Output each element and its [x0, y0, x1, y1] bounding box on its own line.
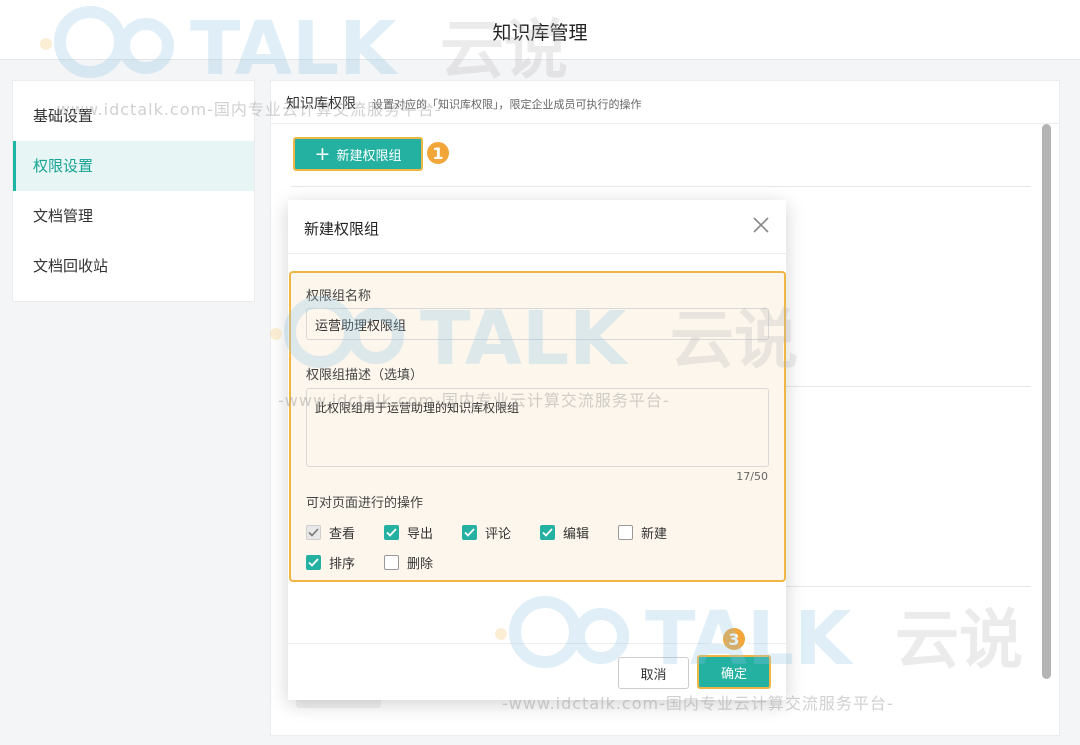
dialog-title: 新建权限组 — [304, 220, 380, 238]
permission-group-form: 权限组名称 权限组描述（选填） 此权限组用于运营助理的知识库权限组 17/50 … — [289, 271, 786, 582]
checkbox-checked-disabled-icon — [306, 524, 321, 540]
checkbox-view[interactable]: 查看 — [306, 523, 356, 542]
checkbox-sort[interactable]: 排序 — [306, 553, 356, 572]
group-description-input[interactable]: 此权限组用于运营助理的知识库权限组 — [306, 388, 769, 467]
divider — [271, 123, 1059, 124]
close-icon[interactable] — [750, 214, 772, 236]
top-bar: 知识库管理 — [0, 0, 1080, 60]
section-header: 知识库权限 设置对应的「知识库权限」，限定企业成员可执行的操作 — [286, 93, 642, 113]
group-name-label: 权限组名称 — [306, 289, 372, 304]
checkbox-create[interactable]: 新建 — [618, 523, 668, 542]
checkbox-checked-icon — [384, 524, 399, 540]
checkbox-checked-icon — [306, 554, 321, 570]
page-title: 知识库管理 — [492, 22, 588, 44]
group-description-label: 权限组描述（选填） — [306, 368, 424, 383]
checkbox-checked-icon — [540, 524, 555, 540]
new-permission-group-button[interactable]: + 新建权限组 — [293, 137, 423, 171]
step-badge-3: 3 — [721, 626, 747, 652]
checkbox-edit[interactable]: 编辑 — [540, 523, 590, 542]
checkbox-label: 编辑 — [563, 526, 590, 542]
section-description: 设置对应的「知识库权限」，限定企业成员可执行的操作 — [372, 98, 642, 111]
sidebar: 基础设置 权限设置 文档管理 文档回收站 — [12, 80, 255, 302]
section-title: 知识库权限 — [286, 96, 356, 112]
confirm-button[interactable]: 确定 — [697, 655, 771, 689]
character-counter: 17/50 — [736, 470, 768, 483]
operations-label: 可对页面进行的操作 — [306, 496, 424, 511]
checkbox-comment[interactable]: 评论 — [462, 523, 512, 542]
checkbox-checked-icon — [462, 524, 477, 540]
cancel-button[interactable]: 取消 — [618, 657, 689, 689]
sidebar-item-recycle-bin[interactable]: 文档回收站 — [13, 241, 254, 291]
new-permission-group-dialog: 新建权限组 权限组名称 权限组描述（选填） 此权限组用于运营助理的知识库权限组 … — [288, 200, 786, 700]
checkbox-label: 删除 — [407, 556, 434, 572]
group-name-input[interactable] — [306, 308, 769, 340]
scrollbar[interactable] — [1042, 124, 1051, 679]
new-permission-group-label: 新建权限组 — [336, 148, 402, 164]
checkbox-unchecked-icon — [384, 554, 399, 570]
divider — [291, 186, 1031, 187]
step-badge-1: 1 — [425, 140, 451, 166]
checkbox-unchecked-icon — [618, 524, 633, 540]
sidebar-item-document-management[interactable]: 文档管理 — [13, 191, 254, 241]
checkbox-label: 导出 — [407, 526, 434, 542]
checkbox-label: 评论 — [485, 526, 512, 542]
checkbox-export[interactable]: 导出 — [384, 523, 434, 542]
plus-icon: + — [314, 142, 331, 165]
checkbox-label: 查看 — [329, 526, 356, 542]
checkbox-delete[interactable]: 删除 — [384, 553, 434, 572]
divider — [288, 643, 786, 644]
sidebar-item-basic-settings[interactable]: 基础设置 — [13, 91, 254, 141]
sidebar-item-permission-settings[interactable]: 权限设置 — [13, 141, 254, 191]
divider — [288, 253, 786, 254]
checkbox-label: 排序 — [329, 556, 356, 572]
checkbox-label: 新建 — [641, 526, 668, 542]
